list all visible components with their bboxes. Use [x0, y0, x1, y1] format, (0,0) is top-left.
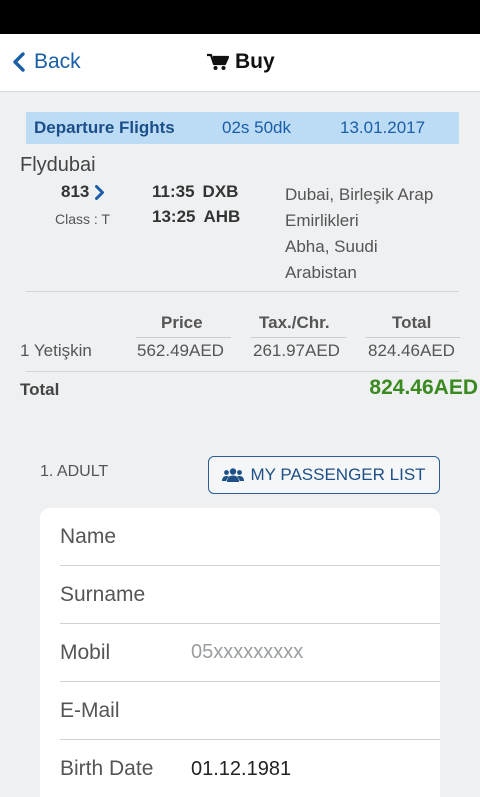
arrival-time: 13:25 [152, 207, 196, 226]
section-divider [26, 371, 459, 372]
tax-cell: 261.97AED [253, 341, 340, 360]
departure-row: 11:35 DXB [152, 182, 238, 202]
mobile-input[interactable] [191, 641, 411, 664]
departure-flights-bar: Departure Flights 02s 50dk 13.01.2017 [26, 112, 459, 144]
birth-date-label: Birth Date [60, 757, 154, 780]
departure-time: 11:35 [152, 182, 195, 201]
my-passenger-list-button[interactable]: MY PASSENGER LIST [208, 456, 440, 494]
departure-flights-title: Departure Flights [34, 118, 175, 137]
chevron-left-icon [13, 52, 25, 72]
total-header: Total [392, 313, 432, 332]
arrival-code: AHB [203, 207, 241, 226]
passenger-form: Name Surname Mobil E-Mail Birth Date 01.… [40, 508, 440, 797]
class-label: Class : T [55, 211, 110, 227]
flight-duration: 02s 50dk [222, 118, 291, 137]
route-line: Emirlikleri [285, 211, 359, 230]
email-input[interactable] [191, 699, 411, 722]
users-icon [222, 468, 245, 482]
grand-total-label: Total [20, 380, 60, 399]
header-underline [366, 337, 460, 338]
price-cell: 562.49AED [137, 341, 224, 360]
airline-name: Flydubai [20, 154, 96, 176]
page-title: Buy [207, 48, 275, 76]
header-underline [251, 337, 346, 338]
header-underline [136, 337, 231, 338]
mobile-label: Mobil [60, 640, 111, 664]
route-line: Dubai, Birleşik Arap [285, 185, 434, 204]
mobile-row[interactable]: Mobil [60, 624, 440, 682]
email-label: E-Mail [60, 698, 120, 722]
surname-input[interactable] [191, 583, 411, 606]
flight-date: 13.01.2017 [340, 118, 426, 137]
route-line: Abha, Suudi [285, 237, 378, 256]
surname-label: Surname [60, 582, 146, 606]
passenger-type-cell: 1 Yetişkin [20, 341, 92, 360]
departure-code: DXB [202, 182, 239, 201]
route-line: Arabistan [285, 263, 357, 282]
name-input[interactable] [191, 525, 411, 548]
price-header: Price [161, 313, 203, 332]
row-total-cell: 824.46AED [368, 341, 455, 360]
name-row[interactable]: Name [60, 508, 440, 566]
page-title-text: Buy [235, 50, 275, 73]
route-description: Dubai, Birleşik Arap Emirlikleri Abha, S… [285, 182, 460, 286]
cart-icon [207, 53, 229, 70]
tax-header: Tax./Chr. [259, 313, 330, 332]
grand-total-value: 824.46AED [369, 376, 478, 399]
back-label[interactable]: Back [34, 50, 81, 74]
status-bar [0, 0, 480, 34]
surname-row[interactable]: Surname [60, 566, 440, 624]
chevron-right-icon[interactable] [94, 184, 105, 200]
section-divider [26, 291, 459, 292]
flight-number-link[interactable]: 813 [61, 182, 105, 202]
passenger-list-label[interactable]: MY PASSENGER LIST [250, 465, 425, 485]
top-nav-bar: Back Buy [0, 34, 480, 92]
email-row[interactable]: E-Mail [60, 682, 440, 740]
name-label: Name [60, 524, 117, 548]
birth-date-value[interactable]: 01.12.1981 [191, 758, 291, 781]
passenger-section-label: 1. ADULT [40, 463, 109, 480]
back-button[interactable]: Back [12, 48, 81, 76]
arrival-row: 13:25 AHB [152, 207, 240, 227]
birth-date-row[interactable]: Birth Date 01.12.1981 [60, 740, 440, 797]
flight-number[interactable]: 813 [61, 182, 89, 202]
